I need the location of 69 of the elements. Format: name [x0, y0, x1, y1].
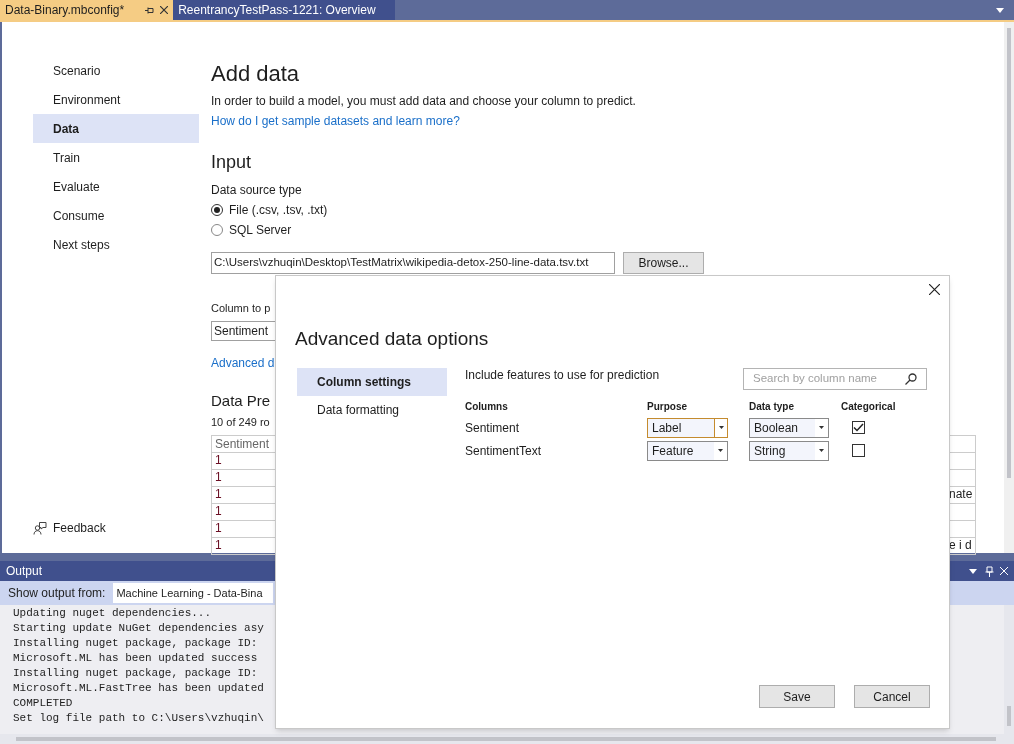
dialog-nav-item[interactable]: Column settings — [297, 367, 447, 396]
log-line: Microsoft.ML.FastTree has been updated — [13, 681, 264, 696]
dropdown[interactable]: Feature — [647, 440, 728, 461]
log-line: Installing nuget package, package ID: — [13, 636, 258, 651]
path-field[interactable]: C:\Users\vzhuqin\Desktop\TestMatrix\wikipedia-detox-250-line-data.tsv.txt — [211, 252, 615, 274]
panel-title: Output — [6, 563, 43, 580]
scrollbar[interactable] — [1004, 605, 1014, 734]
dropdown-icon[interactable] — [969, 568, 977, 574]
column-header: Data type — [749, 399, 795, 414]
log-line: Updating nuget dependencies... — [13, 606, 212, 621]
log-line: Set log file path to C:\Users\vzhuqin\ — [13, 711, 264, 726]
feedback-icon — [33, 521, 47, 535]
sidebar-item[interactable]: Consume — [33, 201, 199, 230]
browse-button[interactable]: Browse... — [623, 252, 704, 274]
checkbox[interactable] — [852, 444, 865, 457]
column-header: Sentiment — [212, 436, 275, 453]
dialog-nav-item[interactable]: Data formatting — [297, 395, 447, 424]
dropdown[interactable]: Label — [647, 417, 728, 438]
field-label: Column to p — [211, 301, 271, 316]
column-header: Categorical — [841, 399, 897, 414]
dropdown-icon[interactable] — [996, 7, 1004, 13]
column-header: Purpose — [647, 399, 688, 414]
section-heading: Input — [211, 151, 253, 174]
output-source-label: Show output from: — [8, 585, 106, 602]
search-box[interactable]: Search by column name — [743, 367, 927, 390]
advanced-link[interactable]: Advanced d — [211, 353, 275, 372]
log-line: Installing nuget package, package ID: — [13, 666, 258, 681]
dialog-button[interactable]: Save — [759, 685, 835, 708]
dialog-title: Advanced data options — [295, 327, 490, 351]
sidebar-item[interactable]: Data — [33, 114, 199, 143]
log-line: COMPLETED — [13, 696, 73, 711]
feedback-link[interactable]: Feedback — [53, 519, 106, 537]
search-icon — [905, 372, 917, 385]
row-count-text: 10 of 249 ro — [211, 414, 270, 430]
column-name: Sentiment — [465, 419, 521, 437]
page-title: Add data — [211, 60, 301, 88]
log-line: Microsoft.ML has been updated success — [13, 651, 258, 666]
field-label: Data source type — [211, 182, 303, 199]
horizontal-scrollbar[interactable] — [0, 734, 1014, 744]
close-icon[interactable] — [929, 284, 940, 295]
checkbox[interactable] — [852, 421, 865, 434]
tab[interactable]: Data-Binary.mbconfig* — [0, 0, 174, 20]
caret-icon — [718, 449, 723, 452]
pin-icon[interactable] — [144, 5, 155, 15]
help-link[interactable]: How do I get sample datasets and learn more? — [211, 112, 460, 130]
close-icon[interactable] — [160, 6, 169, 14]
column-header: Columns — [465, 399, 509, 414]
log-line: Starting update NuGet dependencies asy — [13, 621, 264, 636]
dropdown[interactable]: String — [749, 440, 829, 461]
caret-icon — [819, 426, 824, 429]
caret-icon — [819, 449, 824, 452]
sidebar-item[interactable]: Train — [33, 143, 199, 172]
dropdown[interactable]: Boolean — [749, 417, 829, 438]
radio-label: SQL Server — [229, 222, 292, 239]
sidebar-item[interactable]: Evaluate — [33, 172, 199, 201]
instruction-text: Include features to use for prediction — [465, 366, 660, 384]
output-source-dropdown[interactable]: Machine Learning - Data-Bina — [113, 583, 274, 603]
sidebar-item[interactable]: Next steps — [33, 230, 199, 259]
caret-icon — [718, 426, 724, 429]
column-name: SentimentText — [465, 442, 543, 460]
tab[interactable]: ReentrancyTestPass-1221: Overview — [173, 0, 395, 20]
search-field[interactable]: Search by column name — [753, 369, 905, 388]
dialog-button[interactable]: Cancel — [854, 685, 930, 708]
sidebar-item[interactable]: Scenario — [33, 56, 199, 85]
scrollbar[interactable] — [1004, 22, 1014, 553]
radio-label: File (.csv, .tsv, .txt) — [229, 202, 328, 219]
section-heading: Data Pre — [211, 390, 271, 411]
sidebar-item[interactable]: Environment — [33, 85, 199, 114]
description-text: In order to build a model, you must add data and choose your column to predict. — [211, 93, 637, 110]
